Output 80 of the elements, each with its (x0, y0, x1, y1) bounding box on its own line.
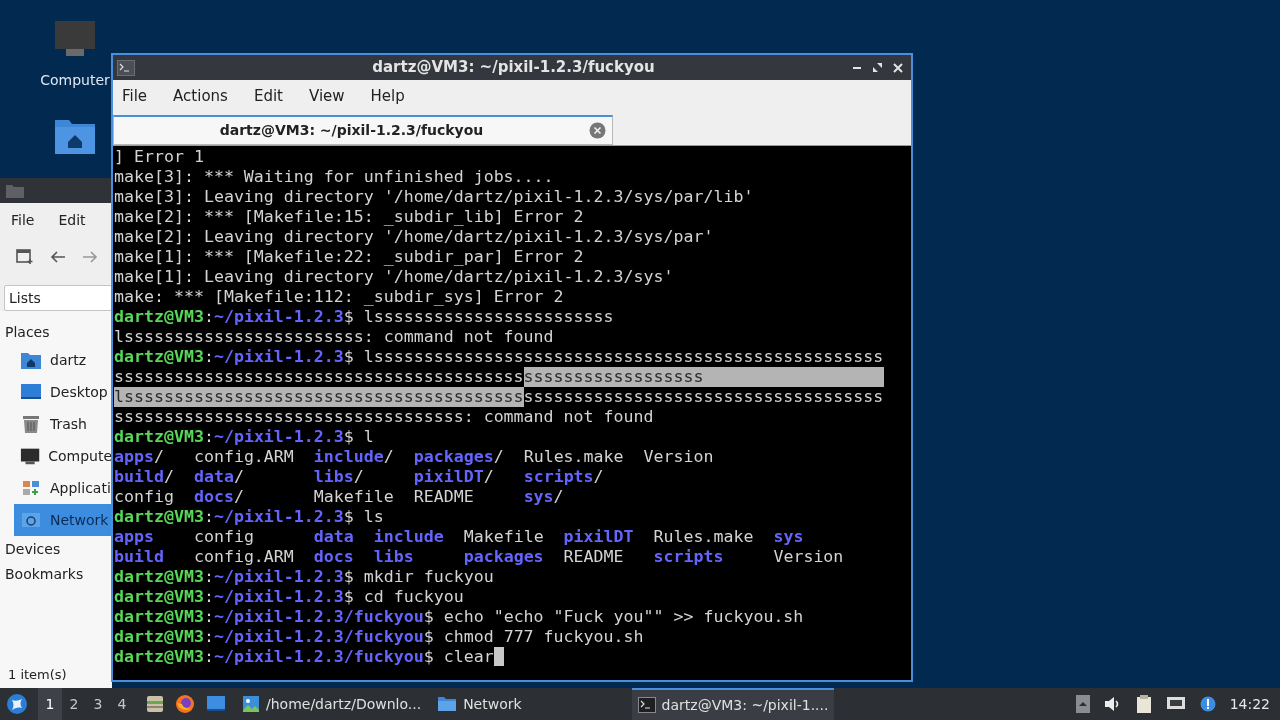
window-title: dartz@VM3: ~/pixil-1.2.3/fuckyou (371, 57, 656, 79)
menu-item[interactable]: Edit (58, 209, 86, 231)
terminal-line: make[3]: *** Waiting for unfinished jobs.... (114, 167, 554, 187)
folder-icon (6, 183, 24, 198)
start-menu-icon[interactable] (6, 693, 28, 715)
apps-icon (20, 478, 42, 498)
place-item[interactable]: dartz (14, 344, 112, 376)
maximize-icon[interactable] (872, 62, 883, 73)
view-select[interactable]: Lists (4, 285, 112, 311)
workspace-button[interactable]: 2 (62, 688, 86, 720)
monitor-icon (20, 446, 41, 466)
home-folder-icon (20, 350, 42, 370)
terminal-line: build config.ARM docs libs packages README scripts Version (114, 547, 844, 567)
terminal-line: make[2]: Leaving directory '/home/dartz/pixil-1.2.3/sys/par' (114, 227, 714, 247)
task-button[interactable]: dartz@VM3: ~/pixil-1.... (631, 688, 835, 720)
terminal-icon (117, 59, 135, 76)
clipboard-icon[interactable] (1135, 694, 1152, 714)
terminal-tab[interactable]: dartz@VM3: ~/pixil-1.2.3/fuckyou (113, 115, 613, 145)
terminal-line: build/ data/ libs/ pixilDT/ scripts/ (114, 467, 604, 487)
home-folder-icon[interactable] (54, 117, 96, 155)
workspace-button[interactable]: 3 (86, 688, 110, 720)
terminal-line: apps config data include Makefile pixilDT Rules.make sys (114, 527, 804, 547)
browser-icon[interactable] (175, 694, 195, 714)
trash-icon (20, 414, 42, 434)
terminal-line: sssssssssssssssssssssssssssssssssss: command not found (114, 407, 654, 427)
desktop-icon (20, 382, 42, 402)
place-item[interactable]: Compute (14, 440, 112, 472)
terminal-line: dartz@VM3:~/pixil-1.2.3/fuckyou$ chmod 777 fuckyou.sh (114, 627, 644, 647)
terminal-line: config docs/ Makefile README sys/ (114, 487, 564, 507)
terminal-line: make[2]: *** [Makefile:15: _subdir_lib] Error 2 (114, 207, 584, 227)
terminal-line: dartz@VM3:~/pixil-1.2.3$ cd fuckyou (114, 587, 464, 607)
back-arrow-icon[interactable] (50, 250, 66, 264)
workspace-button[interactable]: 4 (110, 688, 134, 720)
menu-item[interactable]: Help (370, 84, 405, 108)
computer-icon[interactable] (54, 20, 96, 58)
close-icon[interactable] (893, 62, 903, 73)
place-item[interactable]: Desktop (14, 376, 112, 408)
place-item[interactable]: Trash (14, 408, 112, 440)
place-item[interactable]: Applicati (14, 472, 112, 504)
file-cabinet-icon[interactable] (146, 695, 164, 713)
image-icon (242, 695, 260, 713)
terminal-line: dartz@VM3:~/pixil-1.2.3/fuckyou$ echo "echo "Fuck you"" >> fuckyou.sh (114, 607, 804, 627)
close-tab-icon[interactable] (589, 122, 606, 139)
terminal-line: lssssssssssssssssssssssss: command not found (114, 327, 554, 347)
terminal-icon (637, 697, 656, 713)
terminal-line: make: *** [Makefile:112: _subdir_sys] Error 2 (114, 287, 564, 307)
terminal-line: dartz@VM3:~/pixil-1.2.3/fuckyou$ clear (114, 647, 494, 667)
menu-item[interactable]: File (11, 209, 35, 231)
terminal-line: dartz@VM3:~/pixil-1.2.3$ mkdir fuckyou (114, 567, 494, 587)
notification-icon[interactable] (1199, 696, 1216, 712)
network-icon (20, 510, 42, 530)
menu-item[interactable]: File (122, 84, 148, 108)
menu-item[interactable]: Edit (253, 84, 283, 108)
folder-icon (437, 696, 458, 712)
terminal-line: lssssssssssssssssssssssssssssssssssssssssssssssssssssssssssssssssssssssssssss (114, 387, 884, 407)
terminal-line: make[1]: Leaving directory '/home/dartz/pixil-1.2.3/sys' (114, 267, 674, 287)
terminal-line: dartz@VM3:~/pixil-1.2.3$ lssssssssssssssssssssssss (114, 307, 614, 327)
terminal-line: dartz@VM3:~/pixil-1.2.3$ ls (114, 507, 384, 527)
terminal-line: apps/ config.ARM include/ packages/ Rules.make Version (114, 447, 714, 467)
terminal-line: make[1]: *** [Makefile:22: _subdir_par] Error 2 (114, 247, 584, 267)
status-text: 1 item(s) (7, 665, 68, 684)
terminal-line: dartz@VM3:~/pixil-1.2.3$ lsssssssssssssssssssssssssssssssssssssssssssssssssss (114, 347, 884, 367)
place-item[interactable]: Network (14, 504, 112, 536)
task-button[interactable]: /home/dartz/Downlo... (236, 688, 428, 720)
section-header[interactable]: Bookmarks (0, 563, 112, 586)
computer-label[interactable]: Computer (40, 70, 110, 91)
menu-item[interactable]: Actions (173, 84, 228, 108)
terminal-line: sssssssssssssssssssssssssssssssssssssssssssssssssssssssssss (114, 367, 704, 387)
terminal-line: ] Error 1 (114, 147, 204, 167)
desktop-icon[interactable] (206, 695, 226, 713)
section-header[interactable]: Devices (0, 538, 112, 561)
workspace-button[interactable]: 1 (38, 688, 62, 720)
task-button[interactable]: Network (431, 688, 528, 720)
network-icon[interactable] (1165, 696, 1186, 712)
terminal-line: dartz@VM3:~/pixil-1.2.3$ l (114, 427, 374, 447)
new-window-icon[interactable] (16, 249, 34, 265)
section-header[interactable]: Places (0, 321, 112, 344)
terminal-line: make[3]: Leaving directory '/home/dartz/pixil-1.2.3/sys/par/lib' (114, 187, 754, 207)
menu-item[interactable]: View (308, 84, 345, 108)
clock[interactable]: 14:22 (1229, 693, 1270, 715)
